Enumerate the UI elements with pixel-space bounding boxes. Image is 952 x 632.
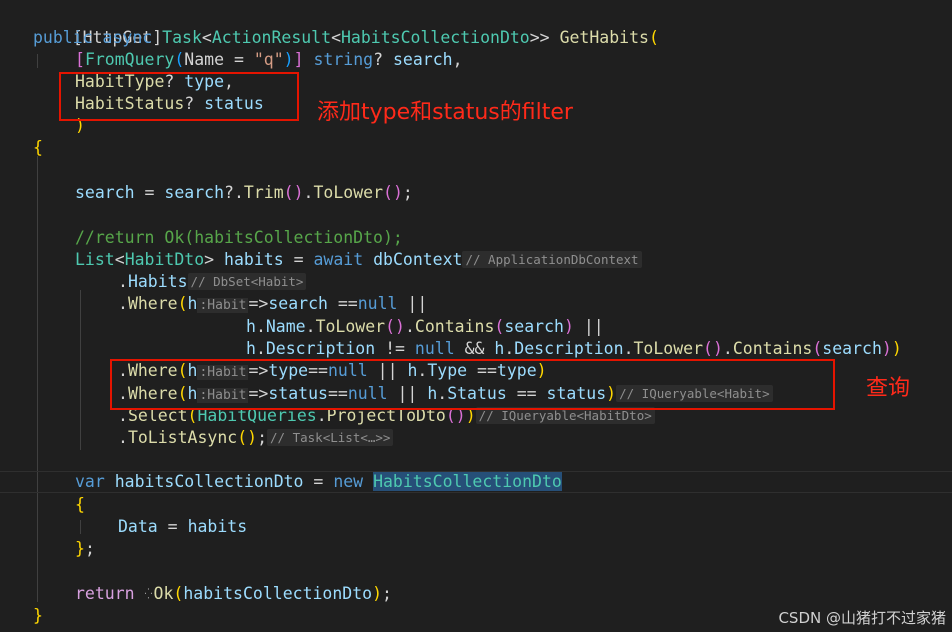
code-line-9: search = search?.Trim().ToLower(); [75,183,413,202]
var-db-context: dbContext [373,250,463,269]
code-line-3: [FromQuery(Name = "q")] string? search, [75,50,463,69]
filter-params-highlight-box [59,72,299,121]
method-where: Where [127,294,178,313]
keyword-var: var [75,472,105,491]
keyword-new: new [333,472,364,491]
named-arg-name: Name [184,50,225,69]
type-action-result: ActionResult [211,28,332,47]
method-to-list-async: ToListAsync [127,428,238,447]
inlay-hint-dbcontext: // ApplicationDbContext [462,251,642,268]
string-q: "q" [253,50,284,69]
code-line-13: .Habits// DbSet<Habit> [118,271,307,293]
attribute-from-query: FromQuery [84,50,175,69]
code-line-27: return ⁛Ok(habitsCollectionDto); [75,584,392,603]
code-line-15: h.Name.ToLower().Contains(search) || [246,317,604,336]
csdn-watermark: CSDN @山猪打不过家猪 [778,609,946,627]
code-editor[interactable]: [HttpGet] public async Task<ActionResult… [0,0,952,632]
param-search: search [392,50,453,69]
query-where-highlight-box [110,359,835,410]
intellicode-icon: ⁛ [144,589,153,600]
type-habits-collection-dto-selected: HabitsCollectionDto [373,472,562,491]
method-to-lower: ToLower [313,183,384,202]
prop-habits: Habits [127,272,188,291]
code-line-25: }; [75,539,95,558]
comment-return: //return Ok(habitsCollectionDto); [75,228,403,247]
method-trim: Trim [243,183,284,202]
indent-guide [80,520,81,534]
keyword-await: await [313,250,364,269]
code-line-2: public async Task<ActionResult<HabitsCol… [33,28,659,47]
code-line-7: { [33,138,43,157]
method-get-habits: GetHabits [559,28,649,47]
type-task: Task [162,28,202,47]
indent-guide [37,156,38,602]
inlay-hint-habit: :Habit [197,298,249,313]
code-line-11: //return Ok(habitsCollectionDto); [75,227,403,249]
keyword-async: async [102,28,153,47]
code-line-22: var habitsCollectionDto = new HabitsColl… [75,472,562,491]
var-habits-collection-dto: habitsCollectionDto [114,472,304,491]
type-list: List [75,250,115,269]
prop-name: Name [265,317,306,336]
keyword-public: public [33,28,93,47]
query-annotation-label: 查询 [866,376,911,401]
code-line-24: Data = habits [118,517,248,536]
method-ok: Ok [153,584,174,603]
keyword-string: string [313,50,374,69]
code-line-28: } [33,606,43,625]
type-habit-dto: HabitDto [124,250,205,269]
code-line-23: { [75,495,85,514]
indent-guide [80,290,81,450]
keyword-return: return [75,584,135,603]
code-line-20: .ToListAsync();// Task<List<…>> [118,427,394,449]
inlay-hint-dbset: // DbSet<Habit> [187,273,307,290]
method-contains: Contains [414,317,495,336]
filter-annotation-label: 添加type和status的filter [317,100,573,125]
type-habits-collection-dto: HabitsCollectionDto [341,28,530,47]
code-line-16: h.Description != null && h.Description.T… [246,339,902,358]
var-habits: habits [224,250,284,269]
inlay-hint-task-list: // Task<List<…>> [267,429,394,446]
prop-data: Data [118,517,158,536]
code-line-1: [HttpGet] [33,5,162,47]
code-line-14: .Where(h:Habit =>search ==null || [118,294,428,313]
code-line-12: List<HabitDto> habits = await dbContext /… [75,249,642,271]
var-search: search [75,183,135,202]
prop-description: Description [265,339,376,358]
